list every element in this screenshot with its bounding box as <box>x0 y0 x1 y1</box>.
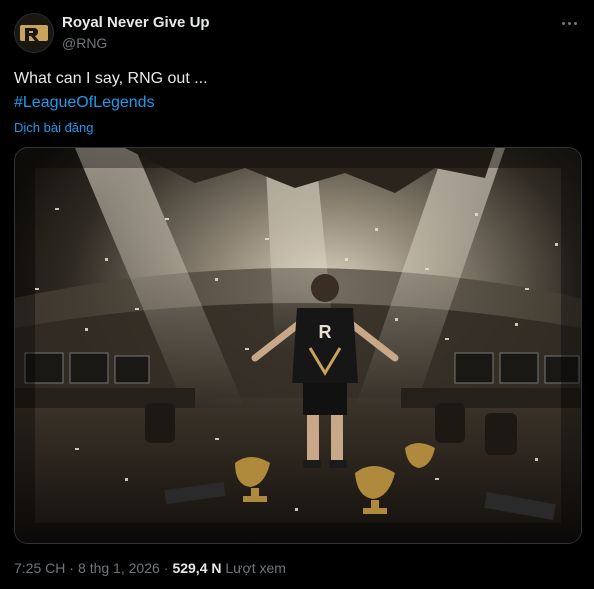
translate-post-link[interactable]: Dịch bài đăng <box>14 120 94 135</box>
tweet-image[interactable]: R <box>14 147 582 544</box>
meta-separator-2: · <box>163 560 169 576</box>
tweet: Royal Never Give Up @RNG What can I say,… <box>0 0 594 589</box>
hashtag-link[interactable]: #LeagueOfLegends <box>14 94 155 112</box>
arena-illustration: R <box>15 148 581 543</box>
post-time[interactable]: 7:25 CH <box>14 560 65 576</box>
rng-logo-icon <box>20 25 48 41</box>
tweet-text: What can I say, RNG out ... <box>14 70 208 87</box>
user-handle[interactable]: @RNG <box>62 35 107 51</box>
more-horizontal-icon[interactable] <box>558 12 580 34</box>
views-label: Lượt xem <box>225 560 286 576</box>
display-name[interactable]: Royal Never Give Up <box>62 14 210 31</box>
meta-separator: · <box>69 560 75 576</box>
avatar[interactable] <box>14 13 54 53</box>
views-count: 529,4 N <box>172 560 222 576</box>
jersey-letter: R <box>319 322 332 342</box>
post-date[interactable]: 8 thg 1, 2026 <box>78 560 160 576</box>
tweet-metadata: 7:25 CH · 8 thg 1, 2026 · 529,4 N Lượt xem <box>14 560 286 576</box>
